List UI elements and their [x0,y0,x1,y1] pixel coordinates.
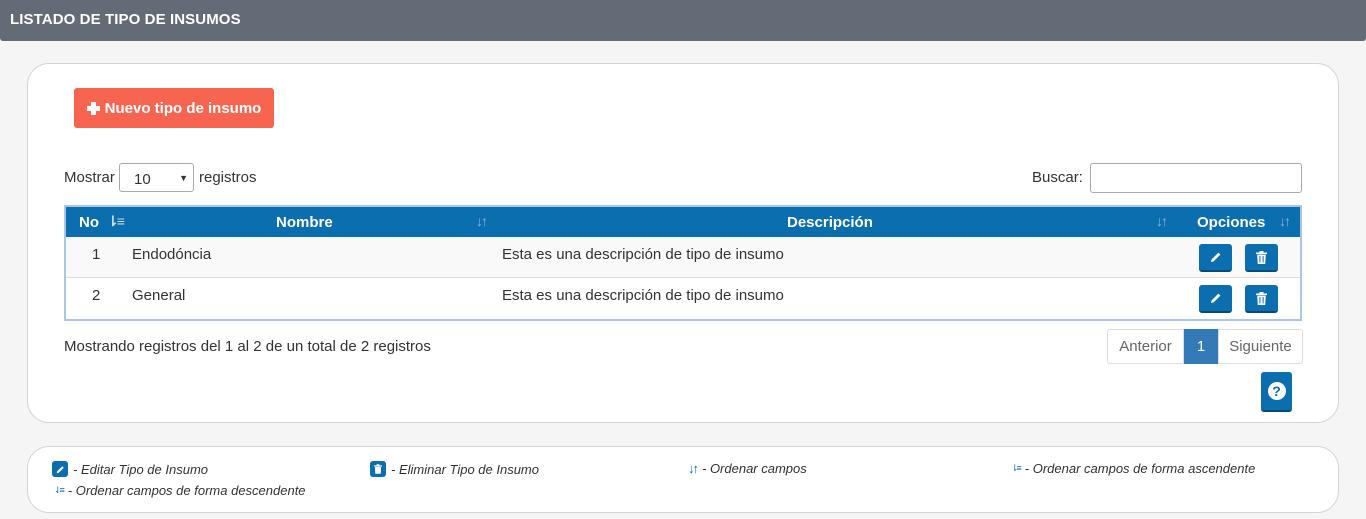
trash-icon [1256,250,1267,264]
row-number: 2 [92,287,101,304]
column-header-no[interactable]: No [79,214,99,231]
column-header-opciones[interactable]: Opciones [1197,214,1265,231]
column-header-nombre[interactable]: Nombre [276,214,333,231]
trash-icon [370,461,386,477]
search-input[interactable] [1090,163,1302,193]
legend-desc-text: - Ordenar campos de forma descendente [67,483,306,498]
legend-delete-text: - Eliminar Tipo de Insumo [391,461,539,477]
sort-both-icon[interactable]: ↓↑ [1279,213,1291,229]
new-supply-type-button[interactable]: Nuevo tipo de insumo [74,88,274,128]
legend-edit-text: - Editar Tipo de Insumo [73,461,209,477]
page-length-select[interactable]: 10 ▼ [119,163,194,192]
next-page-button[interactable]: Siguiente [1218,329,1303,364]
page-length-value: 10 [134,171,151,188]
sort-both-icon[interactable]: ↓↑ [476,213,488,229]
row-description: Esta es una descripción de tipo de insum… [502,287,784,304]
plus-icon [86,101,100,115]
pencil-icon [1210,293,1220,303]
table-row: 1 Endodóncia Esta es una descripción de … [66,237,1300,278]
length-prefix: Mostrar [64,169,115,186]
legend-panel: - Editar Tipo de Insumo - Eliminar Tipo … [27,446,1339,513]
table-row: 2 General Esta es una descripción de tip… [66,278,1300,319]
legend-edit: - Editar Tipo de Insumo [52,461,208,477]
edit-button[interactable] [1199,285,1232,313]
help-button[interactable]: ? [1261,372,1292,412]
question-icon: ? [1267,382,1286,400]
row-name: General [132,287,186,304]
table-header: No ⇂≡ Nombre ↓↑ Descripción ↓↑ Opciones … [66,207,1300,237]
sort-descending-icon: ⇃≡ [54,485,65,495]
delete-button[interactable] [1245,285,1278,313]
row-number: 1 [92,246,101,263]
table-info: Mostrando registros del 1 al 2 de un tot… [64,338,431,355]
trash-icon [1256,291,1267,305]
legend-asc-text: - Ordenar campos de forma ascendente [1024,461,1256,476]
sort-ascending-icon: ⇂≡ [1011,463,1022,473]
delete-button[interactable] [1245,244,1278,272]
legend-descending: ⇃≡ - Ordenar campos de forma descendente [54,483,306,498]
supply-types-table: No ⇂≡ Nombre ↓↑ Descripción ↓↑ Opciones … [64,205,1302,321]
legend-sort: ↓↑ - Ordenar campos [688,461,807,476]
sort-ascending-icon[interactable]: ⇂≡ [107,213,125,230]
chevron-down-icon: ▼ [179,173,188,183]
page-title: LISTADO DE TIPO DE INSUMOS [10,11,241,28]
previous-page-button[interactable]: Anterior [1107,329,1184,364]
page-1-button[interactable]: 1 [1184,329,1218,364]
search-label: Buscar: [1032,169,1083,186]
new-supply-type-label: Nuevo tipo de insumo [104,99,262,117]
main-panel: Nuevo tipo de insumo Mostrar 10 ▼ regist… [27,63,1339,423]
row-name: Endodóncia [132,246,212,263]
pencil-icon [1210,252,1220,262]
pagination: Anterior 1 Siguiente [1107,329,1303,364]
sort-both-icon[interactable]: ↓↑ [1156,213,1168,229]
legend-sort-text: - Ordenar campos [702,461,807,476]
row-description: Esta es una descripción de tipo de insum… [502,246,784,263]
legend-delete: - Eliminar Tipo de Insumo [370,461,539,477]
length-suffix: registros [199,169,257,186]
edit-button[interactable] [1199,244,1232,272]
top-bar: LISTADO DE TIPO DE INSUMOS [0,0,1366,41]
sort-both-icon: ↓↑ [688,461,699,476]
legend-ascending: ⇂≡ - Ordenar campos de forma ascendente [1011,461,1255,476]
column-header-descripcion[interactable]: Descripción [787,214,873,231]
pencil-icon [52,461,68,477]
